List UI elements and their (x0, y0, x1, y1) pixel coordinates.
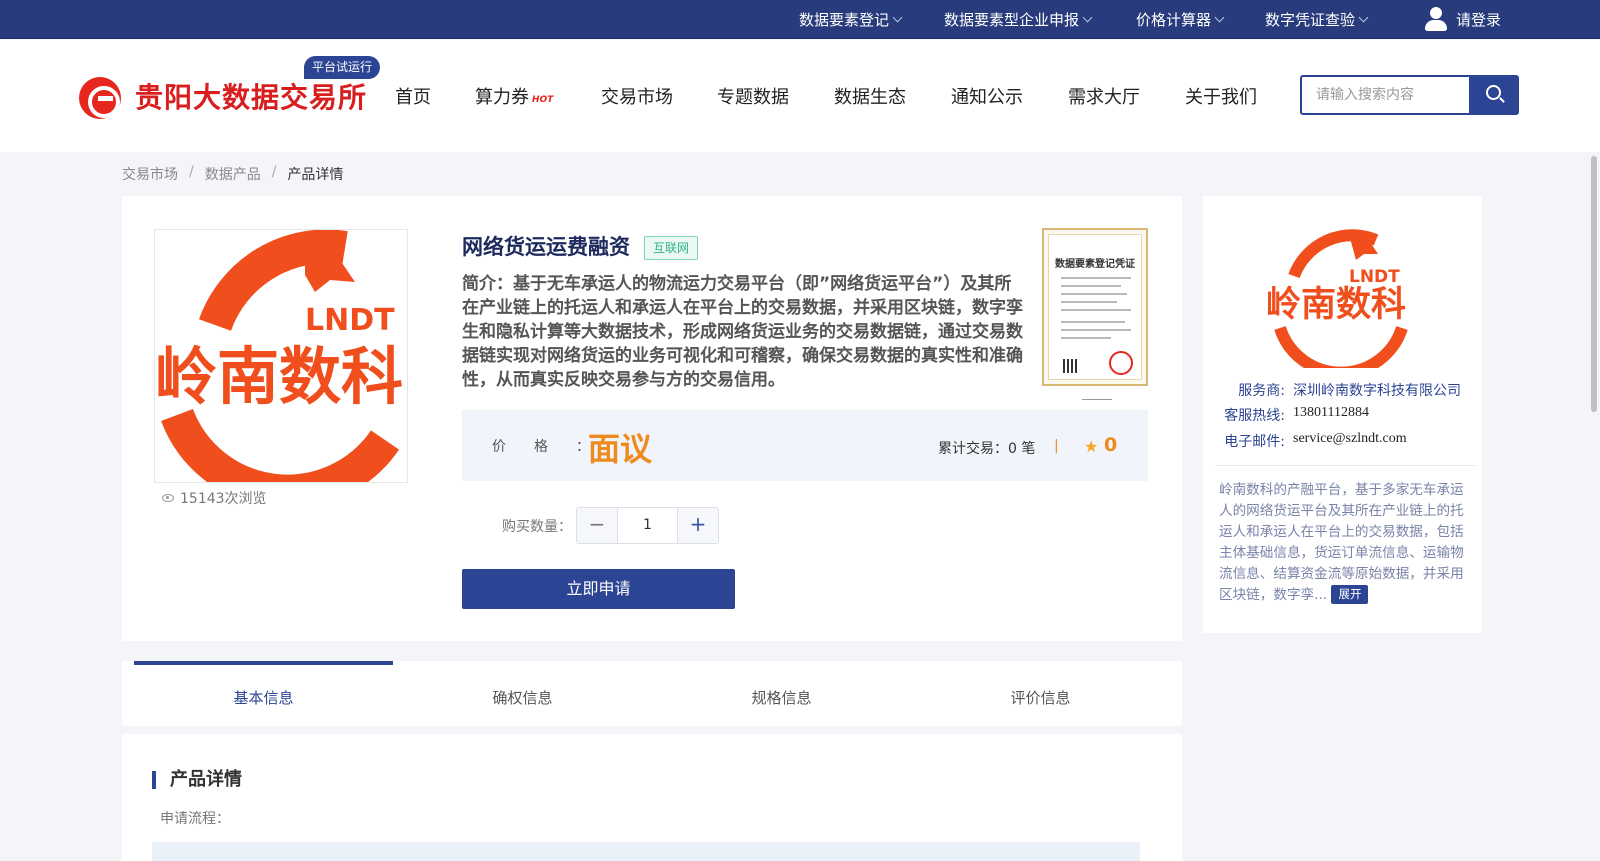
breadcrumb-separator: / (189, 164, 194, 180)
provider-logo: LNDT 岭南数科 (1266, 229, 1408, 368)
search-input[interactable]: 请输入搜索内容 (1300, 75, 1469, 115)
trade-count: 累计交易：0 笔 (938, 441, 1036, 457)
trade-separator: | (1054, 438, 1059, 454)
product-intro: 简介：基于无车承运人的物流运力交易平台（即”网络货运平台”）及其所在产业链上的托… (462, 274, 1023, 390)
registration-certificate[interactable]: 数据要素登记凭证 (1042, 228, 1148, 386)
tab-basic-info[interactable]: 基本信息 (134, 661, 393, 726)
hotline-row: 客服热线: 13801112884 (1211, 405, 1479, 425)
quantity-stepper: − 1 + (576, 507, 719, 544)
chevron-down-icon (1082, 12, 1093, 23)
view-count-text: 15143次浏览 (180, 491, 267, 507)
qr-code-icon (1063, 359, 1077, 373)
email-value: service@szlndt.com (1293, 431, 1407, 446)
nav-item-about[interactable]: 关于我们 (1185, 83, 1257, 109)
chevron-down-icon (892, 12, 903, 23)
logo-name-text: 岭南数科 (155, 340, 403, 413)
topbar-item-certificate-check[interactable]: 数字凭证查验 (1265, 0, 1369, 39)
apply-process-content (152, 842, 1140, 861)
site-logo-icon[interactable] (79, 77, 121, 119)
user-icon (1424, 6, 1448, 33)
category-tag: 互联网 (644, 236, 699, 260)
chevron-down-icon (1214, 12, 1225, 23)
nav-item-home[interactable]: 首页 (395, 83, 431, 109)
detail-tabs: 基本信息 确权信息 规格信息 评价信息 (122, 661, 1182, 726)
product-title: 网络货运运费融资 (462, 235, 630, 259)
topbar-item-label: 价格计算器 (1136, 11, 1212, 29)
provider-name-link[interactable]: 深圳岭南数字科技有限公司 (1293, 380, 1461, 400)
certificate-title: 数据要素登记凭证 (1055, 259, 1135, 270)
provider-logo-lndt: LNDT (1349, 267, 1400, 287)
search-button[interactable] (1469, 75, 1519, 115)
view-count: 15143次浏览 (162, 488, 267, 508)
quantity-input[interactable]: 1 (618, 508, 677, 543)
tab-spec-info[interactable]: 规格信息 (652, 661, 911, 726)
rating-value: 0 (1104, 434, 1118, 456)
login-link[interactable]: 请登录 (1424, 0, 1501, 39)
nav-item-market[interactable]: 交易市场 (601, 83, 673, 109)
site-name[interactable]: 贵阳大数据交易所 (135, 76, 367, 116)
tab-rights-info[interactable]: 确权信息 (393, 661, 652, 726)
topbar-item-label: 数字凭证查验 (1265, 11, 1356, 29)
eye-icon (162, 494, 174, 502)
provider-name-row: 服务商: 深圳岭南数字科技有限公司 (1211, 380, 1479, 400)
topbar-item-price-calculator[interactable]: 价格计算器 (1136, 0, 1225, 39)
hotline-key: 客服热线: (1224, 408, 1285, 424)
chevron-down-icon (1358, 12, 1369, 23)
nav-item-compute-voucher[interactable]: 算力券 (475, 83, 529, 109)
lndt-logo-image: LNDT 岭南数科 (155, 230, 403, 482)
certificate-indicator (1082, 399, 1112, 400)
star-icon: ★ (1084, 437, 1099, 456)
nav-item-demand-hall[interactable]: 需求大厅 (1068, 83, 1140, 109)
quantity-label: 购买数量： (502, 519, 572, 535)
product-detail-section: 产品详情 申请流程： (122, 734, 1182, 861)
page-scrollbar[interactable] (1588, 152, 1600, 861)
certificate-inner: 数据要素登记凭证 (1048, 234, 1142, 380)
tab-review-info[interactable]: 评价信息 (911, 661, 1170, 726)
nav-item-topic-data[interactable]: 专题数据 (717, 83, 789, 109)
topbar-item-enterprise-declaration[interactable]: 数据要素型企业申报 (944, 0, 1093, 39)
breadcrumb-item-products[interactable]: 数据产品 (205, 164, 261, 184)
topbar-item-label: 数据要素登记 (799, 11, 890, 29)
topbar-item-label: 数据要素型企业申报 (944, 11, 1080, 29)
email-key: 电子邮件: (1224, 434, 1285, 450)
trial-badge: 平台试运行 (304, 56, 381, 79)
apply-process-label: 申请流程： (160, 811, 230, 827)
breadcrumb-item-current: 产品详情 (287, 167, 344, 183)
provider-description: 岭南数科的产融平台，基于多家无车承运人的网络货运平台及其所在产业链上的托运人和承… (1219, 480, 1471, 606)
nav-item-notices[interactable]: 通知公示 (951, 83, 1023, 109)
apply-now-button[interactable]: 立即申请 (462, 569, 735, 609)
hotline-value: 13801112884 (1293, 405, 1369, 420)
expand-button[interactable]: 展开 (1331, 585, 1369, 604)
quantity-increase-button[interactable]: + (677, 508, 718, 543)
breadcrumb-item-market[interactable]: 交易市场 (122, 164, 178, 184)
hot-badge: HOT (532, 95, 554, 105)
topbar-item-data-registration[interactable]: 数据要素登记 (799, 0, 903, 39)
price-panel: 价格： 面议 累计交易：0 笔 | ★ 0 (462, 410, 1148, 481)
provider-name-key: 服务商: (1238, 383, 1285, 399)
divider (1215, 465, 1475, 466)
price-value: 面议 (588, 430, 653, 468)
section-title: 产品详情 (152, 771, 242, 789)
seal-icon (1109, 351, 1133, 375)
product-card: LNDT 岭南数科 15143次浏览 网络货运运费融资 互联网 简介：基于无车承… (122, 196, 1182, 641)
scrollbar-thumb[interactable] (1591, 156, 1597, 412)
login-label: 请登录 (1456, 11, 1502, 29)
top-bar: 数据要素登记 数据要素型企业申报 价格计算器 数字凭证查验 请登录 (0, 0, 1600, 39)
nav-item-ecosystem[interactable]: 数据生态 (834, 83, 906, 109)
provider-card: LNDT 岭南数科 服务商: 深圳岭南数字科技有限公司 客服热线: 138011… (1203, 196, 1482, 633)
logo-lndt-text: LNDT (305, 303, 395, 338)
product-image: LNDT 岭南数科 (154, 229, 408, 483)
email-row: 电子邮件: service@szlndt.com (1211, 431, 1479, 451)
breadcrumb-separator: / (271, 164, 277, 180)
site-header: 贵阳大数据交易所 平台试运行 首页 算力券 HOT 交易市场 专题数据 数据生态… (0, 40, 1600, 152)
quantity-decrease-button[interactable]: − (577, 508, 618, 543)
breadcrumb: 交易市场 / 数据产品 / 产品详情 (122, 164, 343, 184)
provider-logo-name: 岭南数科 (1266, 285, 1406, 325)
